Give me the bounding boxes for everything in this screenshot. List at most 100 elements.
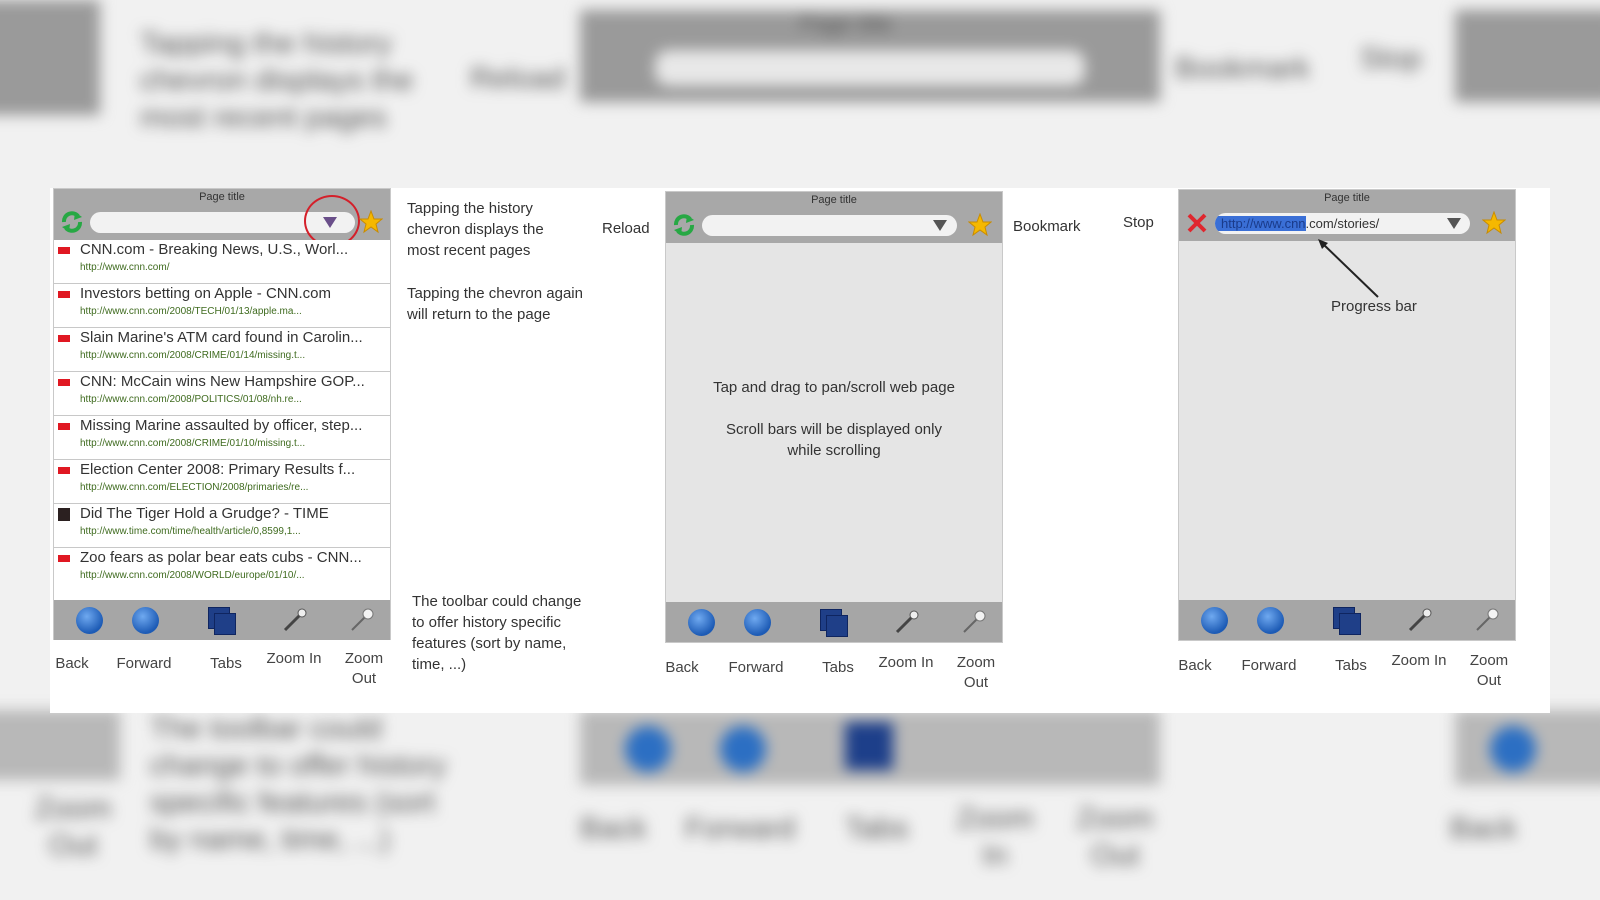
- page-title: Page title: [666, 192, 1002, 208]
- backdrop-back: Back: [580, 812, 647, 845]
- history-item-title: Investors betting on Apple - CNN.com: [80, 285, 331, 302]
- history-item-url: http://www.cnn.com/2008/CRIME/01/10/miss…: [80, 438, 306, 449]
- url-field[interactable]: http://www.cnn.com/stories/: [1215, 213, 1470, 234]
- forward-icon[interactable]: [744, 609, 771, 636]
- history-item[interactable]: Election Center 2008: Primary Results f.…: [54, 460, 390, 504]
- history-item-title: Missing Marine assaulted by officer, ste…: [80, 417, 363, 434]
- zoom-in-icon[interactable]: [282, 607, 308, 633]
- chevron-down-icon[interactable]: [933, 220, 947, 232]
- tabs-icon[interactable]: [1333, 607, 1363, 637]
- backdrop-toolbar-left: [0, 710, 120, 780]
- flag-icon: [58, 247, 70, 254]
- navigation-bar: [666, 208, 1002, 243]
- backdrop-tabs: Tabs: [845, 812, 909, 845]
- history-item-title: CNN: McCain wins New Hampshire GOP...: [80, 373, 365, 390]
- bottom-toolbar: [54, 600, 390, 640]
- url-progress-text: http://www.cnn: [1215, 216, 1306, 231]
- loading-view-phone: Page title http://www.cnn.com/stories/ P…: [1178, 189, 1516, 641]
- history-item[interactable]: Slain Marine's ATM card found in Carolin…: [54, 328, 390, 372]
- stop-icon[interactable]: [1185, 212, 1209, 234]
- back-icon[interactable]: [688, 609, 715, 636]
- back-icon[interactable]: [76, 607, 103, 634]
- flag-icon: [58, 467, 70, 474]
- navigation-bar: [54, 195, 390, 247]
- history-item-title: Did The Tiger Hold a Grudge? - TIME: [80, 505, 329, 522]
- backdrop-navbar-right: [1455, 10, 1600, 102]
- history-item-url: http://www.cnn.com/2008/TECH/01/13/apple…: [80, 306, 302, 317]
- zoom-out-icon[interactable]: [1474, 607, 1500, 633]
- star-icon[interactable]: [359, 210, 383, 234]
- backdrop-zoom-out: Zoom Out: [34, 792, 112, 862]
- history-list: CNN.com - Breaking News, U.S., Worl... h…: [54, 240, 390, 592]
- flag-icon: [58, 291, 70, 298]
- history-item[interactable]: Missing Marine assaulted by officer, ste…: [54, 416, 390, 460]
- flag-icon: [58, 379, 70, 386]
- zoom-out-icon[interactable]: [961, 609, 987, 635]
- url-field[interactable]: [702, 215, 957, 236]
- toolbar-note: The toolbar could change to offer histor…: [412, 593, 582, 673]
- reload-icon[interactable]: [672, 214, 696, 236]
- history-item[interactable]: Investors betting on Apple - CNN.com htt…: [54, 284, 390, 328]
- zoom-in-icon[interactable]: [1407, 607, 1433, 633]
- url-remaining-text: .com/stories/: [1305, 216, 1380, 231]
- reload-icon[interactable]: [60, 211, 84, 233]
- stop-label: Stop: [1123, 214, 1154, 231]
- forward-icon[interactable]: [132, 607, 159, 634]
- backdrop-history-note: Tapping the history chevron displays the…: [140, 27, 414, 134]
- zoom-out-label: Zoom Out: [1469, 652, 1509, 689]
- forward-label: Forward: [116, 655, 172, 672]
- bottom-toolbar: [666, 602, 1002, 642]
- back-icon[interactable]: [1201, 607, 1228, 634]
- zoom-in-icon[interactable]: [894, 609, 920, 635]
- zoom-out-label: Zoom Out: [344, 650, 384, 687]
- navigation-bar: http://www.cnn.com/stories/: [1179, 206, 1515, 241]
- mockup-panel: Page title CNN.com - Breaking News, U.S.…: [50, 188, 1550, 713]
- flag-icon: [58, 423, 70, 430]
- browse-view-phone: Page title Tap and drag to pan/scroll we…: [665, 191, 1003, 643]
- tabs-icon[interactable]: [820, 609, 850, 639]
- backdrop-toolbar-right: [1455, 710, 1600, 785]
- history-item-url: http://www.time.com/time/health/article/…: [80, 526, 301, 537]
- tabs-label: Tabs: [822, 659, 854, 676]
- forward-icon[interactable]: [1257, 607, 1284, 634]
- zoom-out-label: Zoom Out: [956, 654, 996, 691]
- star-icon[interactable]: [968, 213, 992, 237]
- zoom-out-icon[interactable]: [349, 607, 375, 633]
- backdrop-zoom-in: Zoom In: [956, 802, 1034, 872]
- bottom-toolbar: [1179, 600, 1515, 640]
- back-label: Back: [1178, 657, 1212, 674]
- history-item-url: http://www.cnn.com/2008/POLITICS/01/08/n…: [80, 394, 302, 405]
- backdrop-titlebar: [0, 0, 100, 115]
- history-item-url: http://www.cnn.com/: [80, 262, 170, 273]
- backdrop-forward: Forward: [685, 812, 796, 845]
- history-item-url: http://www.cnn.com/ELECTION/2008/primari…: [80, 482, 309, 493]
- history-item-title: Zoo fears as polar bear eats cubs - CNN.…: [80, 549, 362, 566]
- zoom-in-label: Zoom In: [878, 654, 934, 671]
- backdrop-stop-label: Stop: [1360, 42, 1422, 75]
- history-item[interactable]: Did The Tiger Hold a Grudge? - TIME http…: [54, 504, 390, 548]
- chevron-note: Tapping the chevron again will return to…: [407, 285, 583, 323]
- flag-icon: [58, 335, 70, 342]
- history-item[interactable]: CNN.com - Breaking News, U.S., Worl... h…: [54, 240, 390, 284]
- page-title: Page title: [1179, 190, 1515, 206]
- tabs-icon[interactable]: [208, 607, 238, 637]
- flag-icon: [58, 555, 70, 562]
- zoom-in-label: Zoom In: [266, 650, 322, 667]
- backdrop-back-2: Back: [1450, 812, 1517, 845]
- tabs-label: Tabs: [1335, 657, 1367, 674]
- history-note: Tapping the history chevron displays the…: [407, 200, 544, 259]
- chevron-down-icon[interactable]: [1447, 218, 1461, 230]
- progress-arrow: [1318, 239, 1379, 298]
- zoom-in-label: Zoom In: [1391, 652, 1447, 669]
- tabs-label: Tabs: [210, 655, 242, 672]
- history-item[interactable]: CNN: McCain wins New Hampshire GOP... ht…: [54, 372, 390, 416]
- history-item-title: Election Center 2008: Primary Results f.…: [80, 461, 356, 478]
- star-icon[interactable]: [1482, 211, 1506, 235]
- history-item[interactable]: Zoo fears as polar bear eats cubs - CNN.…: [54, 548, 390, 592]
- scroll-instruction: Scroll bars will be displayed only while…: [726, 421, 942, 459]
- history-item-url: http://www.cnn.com/2008/CRIME/01/14/miss…: [80, 350, 306, 361]
- history-item-url: http://www.cnn.com/2008/WORLD/europe/01/…: [80, 570, 305, 581]
- back-label: Back: [665, 659, 699, 676]
- backdrop-zoom-out-2: Zoom Out: [1076, 802, 1154, 872]
- history-view-phone: Page title CNN.com - Breaking News, U.S.…: [53, 188, 391, 640]
